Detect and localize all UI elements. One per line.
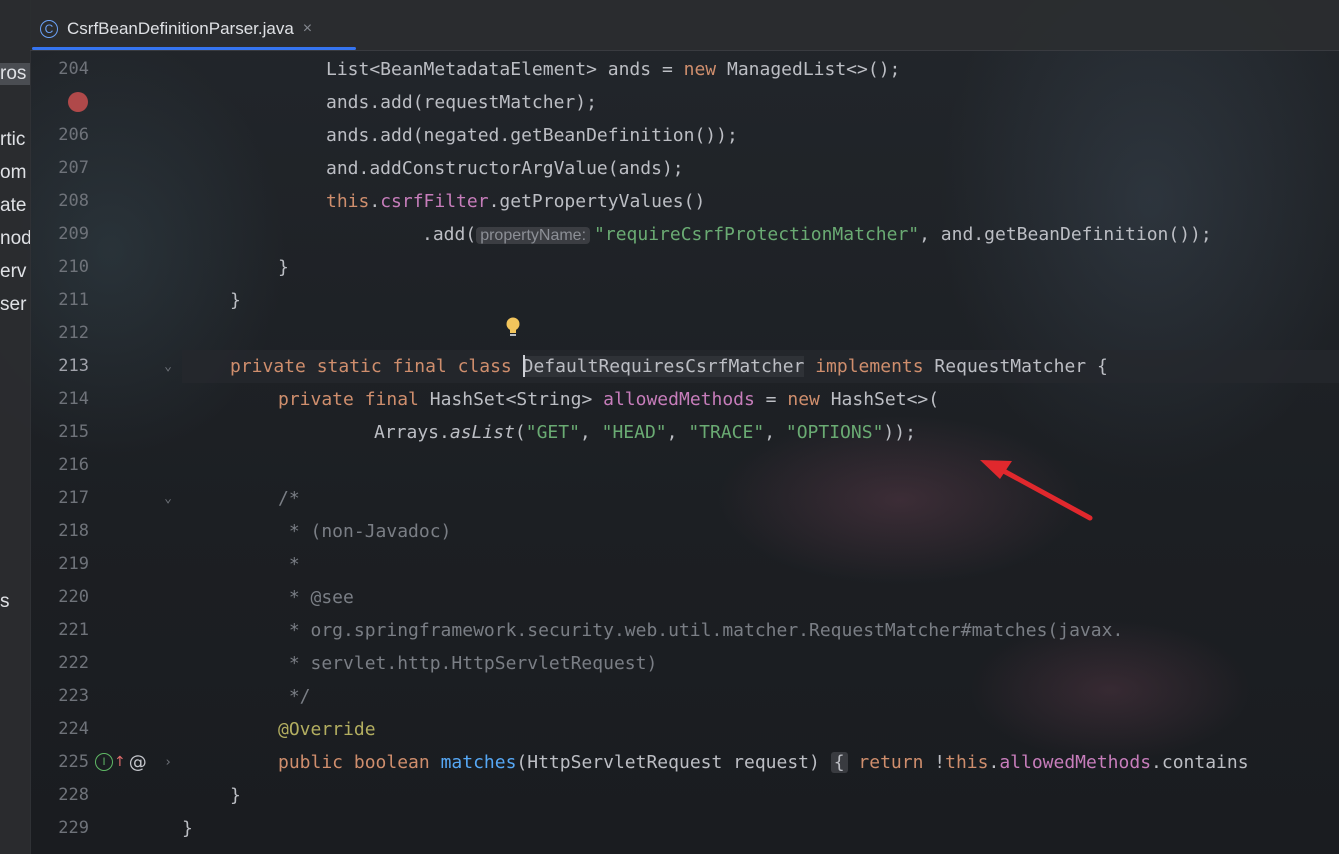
line-number: 225 bbox=[58, 752, 89, 772]
code-line-206: ands.add(negated.getBeanDefinition()); bbox=[326, 125, 738, 146]
red-arrow-annotation bbox=[980, 460, 1093, 521]
code-editor[interactable]: List<BeanMetadataElement> ands = new Man… bbox=[182, 50, 1339, 854]
line-number: 218 bbox=[58, 521, 89, 541]
code-line-210: } bbox=[278, 257, 289, 278]
line-number: 208 bbox=[58, 191, 89, 211]
code-line-205: ands.add(requestMatcher); bbox=[326, 92, 597, 113]
line-number: 211 bbox=[58, 290, 89, 310]
project-tree-item[interactable]: ser bbox=[0, 294, 30, 316]
annotation-icon[interactable]: @ bbox=[129, 752, 147, 773]
fold-chevron-down-icon[interactable]: ⌄ bbox=[162, 350, 174, 383]
project-tree-item[interactable]: rtic bbox=[0, 129, 30, 151]
code-line-204: List<BeanMetadataElement> ands = new Man… bbox=[326, 59, 901, 80]
line-number: 228 bbox=[58, 785, 89, 805]
project-tree-item[interactable]: ate bbox=[0, 195, 30, 217]
code-line-215: Arrays.asList("GET", "HEAD", "TRACE", "O… bbox=[374, 422, 916, 443]
line-number: 222 bbox=[58, 653, 89, 673]
code-line-224: @Override bbox=[278, 719, 376, 740]
line-number: 216 bbox=[58, 455, 89, 475]
code-line-229: } bbox=[182, 818, 193, 839]
text-caret bbox=[522, 355, 525, 377]
override-arrow-icon[interactable]: ↑ bbox=[114, 754, 126, 770]
code-line-208: this.csrfFilter.getPropertyValues() bbox=[326, 191, 706, 212]
project-tool-window[interactable]: ros rtic om ate nod erv ser s bbox=[0, 0, 31, 854]
fold-chevron-right-icon[interactable]: › bbox=[162, 746, 174, 779]
line-number: 221 bbox=[58, 620, 89, 640]
parameter-hint: propertyName: bbox=[476, 227, 591, 244]
line-number: 212 bbox=[58, 323, 89, 343]
code-line-225: public boolean matches(HttpServletReques… bbox=[278, 752, 1249, 773]
line-number: 213 bbox=[58, 356, 89, 376]
code-line-218: * (non-Javadoc) bbox=[278, 521, 452, 542]
line-number: 220 bbox=[58, 587, 89, 607]
code-line-220: * @see bbox=[278, 587, 354, 608]
line-number: 215 bbox=[58, 422, 89, 442]
code-line-219: * bbox=[278, 554, 300, 575]
code-line-209: .add(propertyName: "requireCsrfProtection… bbox=[422, 224, 1212, 245]
project-tree-item[interactable]: s bbox=[0, 591, 30, 613]
line-number: 219 bbox=[58, 554, 89, 574]
line-number: 214 bbox=[58, 389, 89, 409]
folded-region[interactable]: { bbox=[830, 752, 848, 773]
code-line-214: private final HashSet<String> allowedMet… bbox=[278, 389, 940, 410]
line-number: 217 bbox=[58, 488, 89, 508]
close-icon[interactable]: × bbox=[303, 20, 312, 38]
implementing-icon[interactable]: I bbox=[95, 753, 113, 771]
code-line-217: /* bbox=[278, 488, 300, 509]
lightbulb-icon[interactable] bbox=[504, 316, 522, 340]
code-line-223: */ bbox=[278, 686, 311, 707]
class-icon: C bbox=[40, 20, 58, 38]
project-tree-item[interactable]: nod bbox=[0, 228, 30, 250]
line-number: 207 bbox=[58, 158, 89, 178]
code-line-228: } bbox=[230, 785, 241, 806]
code-line-221: * org.springframework.security.web.util.… bbox=[278, 620, 1124, 641]
line-number: 210 bbox=[58, 257, 89, 277]
line-number: 224 bbox=[58, 719, 89, 739]
code-line-222: * servlet.http.HttpServletRequest) bbox=[278, 653, 658, 674]
line-number: 209 bbox=[58, 224, 89, 244]
project-tree-item[interactable]: erv bbox=[0, 261, 30, 283]
line-number: 223 bbox=[58, 686, 89, 706]
line-number: 204 bbox=[58, 59, 89, 79]
breakpoint-icon[interactable] bbox=[68, 92, 88, 112]
code-line-213: private static final class DefaultRequir… bbox=[230, 355, 1108, 377]
editor-tab-bar: C CsrfBeanDefinitionParser.java × bbox=[30, 0, 1339, 51]
code-line-211: } bbox=[230, 290, 241, 311]
gutter-icons: I ↑ @ bbox=[95, 750, 147, 774]
tab-title: CsrfBeanDefinitionParser.java bbox=[67, 19, 294, 38]
line-number: 229 bbox=[58, 818, 89, 838]
project-tree-item[interactable]: om bbox=[0, 162, 30, 184]
line-number: 206 bbox=[58, 125, 89, 145]
editor-tab[interactable]: C CsrfBeanDefinitionParser.java × bbox=[34, 8, 356, 50]
code-line-207: and.addConstructorArgValue(ands); bbox=[326, 158, 684, 179]
project-tree-item[interactable]: ros bbox=[0, 63, 30, 85]
editor-gutter[interactable]: 204 206 207 208 209 210 211 212 213 214 … bbox=[30, 50, 182, 854]
fold-chevron-down-icon[interactable]: ⌄ bbox=[162, 482, 174, 515]
